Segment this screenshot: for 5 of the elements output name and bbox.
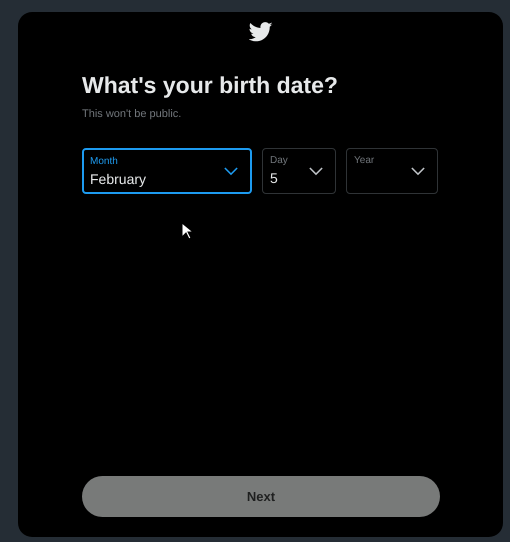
select-field[interactable]: Day 5 [262, 148, 336, 194]
subtitle: This won't be public. [82, 108, 182, 120]
select-field[interactable]: Month February [82, 148, 252, 194]
select-field[interactable]: Year [346, 148, 438, 194]
page-title: What's your birth date? [82, 72, 339, 99]
